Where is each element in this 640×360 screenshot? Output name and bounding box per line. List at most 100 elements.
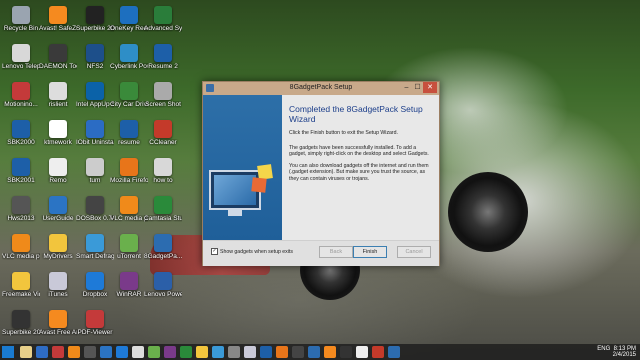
desktop-icon-image <box>12 82 30 100</box>
back-button[interactable]: Back <box>319 246 353 258</box>
taskbar-app-icon[interactable] <box>132 346 144 358</box>
desktop-icon-item[interactable]: Hws2013 <box>2 196 40 222</box>
desktop-icon-label: Motionino... <box>4 101 38 108</box>
desktop-icon-item[interactable]: tum <box>76 158 114 184</box>
desktop-icon-item[interactable]: Advanced SystemCa... <box>144 6 182 32</box>
desktop-icon-item[interactable]: Freemake Video C... <box>2 272 40 298</box>
desktop-icon-item[interactable]: Resume 2 <box>144 44 182 70</box>
desktop-icon-item[interactable]: VLC media player <box>2 234 40 260</box>
taskbar-app-icon[interactable] <box>356 346 368 358</box>
desktop-icon-item[interactable]: uTorrent <box>110 234 148 260</box>
8gadgetpack-taskbar-icon[interactable] <box>388 346 400 358</box>
taskbar-app-icon[interactable] <box>52 346 64 358</box>
firefox-icon[interactable] <box>68 346 80 358</box>
desktop-icon-image <box>154 44 172 62</box>
desktop-icon-item[interactable]: Intel AppUp S... <box>76 82 114 108</box>
desktop-icon-item[interactable]: IObit Uninstaller <box>76 120 114 146</box>
desktop-icon-item[interactable]: Dropbox <box>76 272 114 298</box>
desktop-icon-label: Remo <box>49 177 67 184</box>
desktop-icon-item[interactable]: CCleaner <box>144 120 182 146</box>
show-gadgets-checkbox[interactable]: ✓ <box>211 248 218 255</box>
desktop-icon-item[interactable]: DAEMON Tools Lite <box>39 44 77 70</box>
taskbar-app-icon[interactable] <box>292 346 304 358</box>
taskbar-app-icon[interactable] <box>372 346 384 358</box>
taskbar-app-icon[interactable] <box>212 346 224 358</box>
file-explorer-icon[interactable] <box>20 346 32 358</box>
taskbar-app-icon[interactable] <box>340 346 352 358</box>
desktop-icon-item[interactable]: Lenovo PowerDVD 10 <box>144 272 182 298</box>
desktop-icon-item[interactable]: Motionino... <box>2 82 40 108</box>
taskbar-app-icon[interactable] <box>180 346 192 358</box>
desktop-icon-item[interactable]: ktmework <box>39 120 77 146</box>
desktop-icon-label: ktmework <box>44 139 72 146</box>
desktop-icon-image <box>120 158 138 176</box>
cancel-button[interactable]: Cancel <box>397 246 431 258</box>
show-gadgets-checkbox-row[interactable]: ✓ Show gadgets when setup exits <box>211 248 293 255</box>
taskbar-app-icon[interactable] <box>260 346 272 358</box>
desktop-icon-item[interactable]: OneKey Recovery <box>110 6 148 32</box>
title-bar[interactable]: 8GadgetPack Setup – ☐ ✕ <box>203 82 439 95</box>
desktop-icon-label: WinRAR <box>116 291 142 298</box>
desktop-icon-image <box>86 272 104 290</box>
taskbar-app-icon[interactable] <box>228 346 240 358</box>
taskbar-app-icon[interactable] <box>164 346 176 358</box>
desktop-icon-image <box>154 196 172 214</box>
start-button[interactable] <box>2 346 14 358</box>
language-indicator[interactable]: ENG <box>597 346 610 352</box>
desktop-icon-label: City Car Drivin... <box>110 101 148 108</box>
desktop-icon-image <box>12 234 30 252</box>
taskbar-app-icon[interactable] <box>100 346 112 358</box>
desktop-icon-item[interactable]: rislient <box>39 82 77 108</box>
desktop-icon-item[interactable]: City Car Drivin... <box>110 82 148 108</box>
taskbar-app-icon[interactable] <box>116 346 128 358</box>
desktop-icon-item[interactable]: Camtasia Studio 8 <box>144 196 182 222</box>
taskbar-app-icon[interactable] <box>276 346 288 358</box>
taskbar-app-icon[interactable] <box>308 346 320 358</box>
desktop-icon-image <box>86 310 104 328</box>
desktop-icon-item[interactable]: NFS2 <box>76 44 114 70</box>
desktop-icon-item[interactable]: Remo <box>39 158 77 184</box>
desktop-icon-image <box>154 234 172 252</box>
desktop-icon-item[interactable]: Cyberlink Power2Go <box>110 44 148 70</box>
wizard-text-finish: Click the Finish button to exit the Setu… <box>289 130 398 136</box>
desktop-icon-label: Lenovo PowerDVD 10 <box>144 291 182 298</box>
desktop-icon-item[interactable]: Mozilla Firefox <box>110 158 148 184</box>
desktop-icon-item[interactable]: Screen Shot <box>144 82 182 108</box>
desktop-icon-item[interactable]: Avast Free Antivirus <box>39 310 77 336</box>
minimize-button[interactable]: – <box>401 82 412 93</box>
desktop-icon-item[interactable]: how to <box>144 158 182 184</box>
desktop-icon-item[interactable]: iTunes <box>39 272 77 298</box>
desktop-icon-label: MyDrivers <box>43 253 73 260</box>
desktop-icon-label: Mozilla Firefox <box>110 177 148 184</box>
desktop-icon-item[interactable]: Smart Defrag <box>76 234 114 260</box>
desktop-icon-item[interactable]: Avast! SafeZone <box>39 6 77 32</box>
desktop-icon-item[interactable]: MyDrivers <box>39 234 77 260</box>
close-button[interactable]: ✕ <box>423 82 437 93</box>
desktop-icon-item[interactable]: DOSBox 0.74 <box>76 196 114 222</box>
desktop-icon-item[interactable]: resume <box>110 120 148 146</box>
desktop-icon-item[interactable]: 8GadgetPa... <box>144 234 182 260</box>
finish-button[interactable]: Finish <box>353 246 387 258</box>
taskbar-app-icon[interactable] <box>324 346 336 358</box>
desktop-icon-item[interactable]: Superbike 2011 <box>2 310 40 336</box>
desktop-icon-item[interactable]: Recycle Bin <box>2 6 40 32</box>
desktop-icon-image <box>12 272 30 290</box>
taskbar-app-icon[interactable] <box>36 346 48 358</box>
desktop-icon-image <box>49 158 67 176</box>
desktop-icon-item[interactable]: SBK2001 <box>2 158 40 184</box>
desktop-icon-item[interactable]: Lenovo Telepho... <box>2 44 40 70</box>
system-tray[interactable]: ENG 8:13 PM 2/4/2015 <box>597 346 636 358</box>
desktop-icon-item[interactable]: SBK2000 <box>2 120 40 146</box>
desktop-icon-item[interactable]: PDF-Viewer <box>76 310 114 336</box>
desktop-icon-item[interactable]: VLC media pla... <box>110 196 148 222</box>
desktop-icon-label: VLC media pla... <box>110 215 148 222</box>
taskbar-app-icon[interactable] <box>148 346 160 358</box>
desktop-icon-item[interactable]: Superbike 2000 <box>76 6 114 32</box>
maximize-button[interactable]: ☐ <box>412 82 423 93</box>
desktop-icon-item[interactable]: WinRAR <box>110 272 148 298</box>
taskbar-app-icon[interactable] <box>196 346 208 358</box>
desktop-icon-image <box>12 310 30 328</box>
taskbar-app-icon[interactable] <box>244 346 256 358</box>
taskbar-app-icon[interactable] <box>84 346 96 358</box>
desktop-icon-item[interactable]: UserGuide <box>39 196 77 222</box>
